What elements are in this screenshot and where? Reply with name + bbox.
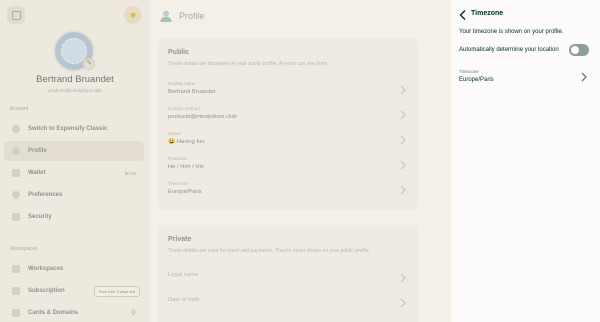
panel-title: Timezone [471,10,504,17]
sidebar-item-label: Cards & Domains [28,310,79,316]
field-label: Timezone [168,181,188,186]
sidebar-item-label: Switch to Expensify Classic [28,126,108,132]
field-label: Display name [168,81,196,86]
timezone-value[interactable]: Europe/Paris [459,77,494,83]
timezone-panel: Timezone Your timezone is shown on your … [451,0,600,322]
workspace-switcher-icon[interactable] [7,6,25,24]
sidebar-item-label: Security [28,214,52,220]
auto-location-toggle[interactable] [569,44,589,56]
field-value: Europe/Paris [168,189,202,195]
field-label: Pronouns [168,156,188,161]
wallet-balance: $0.00 [124,170,136,176]
private-subtitle: These details are used for travel and pa… [168,248,371,254]
sidebar-item-security[interactable]: Security [4,207,144,227]
timezone-label: Timezone [459,69,479,74]
card-icon [12,287,20,295]
public-subtitle: These details are displayed on your publ… [168,61,329,67]
wallet-icon [12,169,20,177]
field-value: He / Him / His [168,164,204,170]
user-email: products@mindydone.club [48,88,102,93]
field-value: products@mindydone.club [168,114,237,120]
page-title: Profile [179,11,205,21]
domain-icon [12,309,20,317]
profile-person-icon [160,10,172,22]
field-label: Status [168,131,181,136]
link-icon: ⚲ [130,310,136,317]
field-status[interactable]: Status 😀 Having fun [168,131,408,151]
field-label: Contact method [168,106,200,111]
section-workspaces: Workspaces [10,246,38,252]
field-contact-method[interactable]: Contact method products@mindydone.club [168,106,408,126]
swap-icon [12,125,20,133]
field-label: Date of birth [168,297,200,303]
chevron-right-icon [400,273,406,283]
field-value: Bertrand Bruandet [168,89,216,95]
chevron-right-icon [400,85,406,95]
sidebar-item-preferences[interactable]: Preferences [4,185,144,205]
field-pronouns[interactable]: Pronouns He / Him / His [168,156,408,176]
field-value: 😀 Having fun [168,139,205,145]
sidebar-item-workspaces[interactable]: Workspaces [4,259,144,279]
gear-icon [12,191,20,199]
sidebar-item-cards-domains[interactable]: Cards & Domains ⚲ [4,303,144,322]
sidebar-item-wallet[interactable]: Wallet $0.00 [4,163,144,183]
field-timezone[interactable]: Timezone Europe/Paris [168,181,408,201]
chevron-right-icon [400,185,406,195]
field-date-of-birth[interactable]: Date of birth [168,294,408,314]
public-section: Public These details are displayed on yo… [157,38,419,210]
field-legal-name[interactable]: Legal name [168,269,408,289]
sidebar-item-label: Wallet [28,170,46,176]
sidebar-item-switch-classic[interactable]: Switch to Expensify Classic [4,119,144,139]
private-heading: Private [168,236,192,243]
sidebar-item-profile[interactable]: Profile [4,141,144,161]
sidebar-item-label: Workspaces [28,266,64,272]
section-account: Account [10,106,29,112]
sidebar: ✎ Bertrand Bruandet products@mindydone.c… [0,0,150,322]
back-arrow-icon[interactable] [458,9,468,21]
chevron-right-icon [400,135,406,145]
timezone-description: Your timezone is shown on your profile. [459,29,564,35]
lock-icon [12,213,20,221]
field-display-name[interactable]: Display name Bertrand Bruandet [168,81,408,101]
sun-icon[interactable] [124,6,142,24]
building-icon [12,265,20,273]
public-heading: Public [168,49,190,56]
sidebar-item-label: Preferences [28,192,63,198]
private-section: Private These details are used for trave… [157,225,419,322]
person-icon [12,147,20,155]
field-label: Legal name [168,272,199,278]
auto-location-label: Automatically determine your location [459,47,559,53]
chevron-right-icon [400,298,406,308]
chevron-right-icon[interactable] [579,71,589,83]
sidebar-item-subscription[interactable]: Subscription Free trial: 3 days left [4,281,144,301]
sidebar-item-label: Subscription [28,288,65,294]
chevron-right-icon [400,110,406,120]
chevron-right-icon [400,160,406,170]
trial-badge: Free trial: 3 days left [93,285,140,297]
pencil-icon[interactable]: ✎ [83,58,95,70]
toggle-knob [571,46,579,54]
user-name: Bertrand Bruandet [36,74,114,85]
sidebar-item-label: Profile [28,148,47,154]
